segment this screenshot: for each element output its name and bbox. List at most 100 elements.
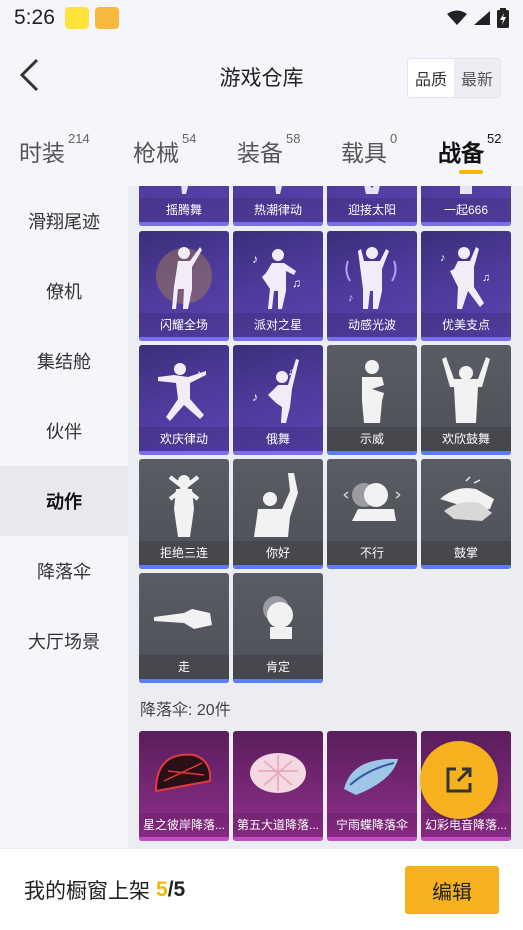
emote-card[interactable]: 不行 bbox=[327, 459, 417, 569]
sidebar-item-lobby-scene[interactable]: 大厅场景 bbox=[0, 606, 128, 676]
parachute-card[interactable]: 宁雨蝶降落伞 bbox=[327, 731, 417, 841]
emote-grid: 闪耀全场 ♪♫ 派对之星 ♪ 动感光波 ♪♫ 优美支点 ♪ 欢庆律动 ♪♫ 俄舞… bbox=[139, 231, 511, 683]
card-label: 你好 bbox=[233, 541, 323, 565]
light-wave-dancer-icon: ♪ bbox=[345, 247, 397, 309]
crossed-arms-icon bbox=[168, 475, 200, 537]
card-label: 派对之星 bbox=[233, 313, 323, 337]
parachute-canopy-icon bbox=[154, 753, 212, 793]
card-rarity-bar bbox=[233, 679, 323, 683]
tab-vehicles[interactable]: 载具0 bbox=[341, 131, 398, 168]
emote-card[interactable]: 拒绝三连 bbox=[139, 459, 229, 569]
sidebar-item-assembly-pod[interactable]: 集结舱 bbox=[0, 326, 128, 396]
dancer-silhouette-icon: ♪ bbox=[158, 363, 206, 421]
parachute-section-title: 降落伞: 20件 bbox=[140, 702, 231, 719]
card-rarity-bar bbox=[327, 451, 417, 455]
card-rarity-bar bbox=[421, 451, 511, 455]
edit-button[interactable]: 编辑 bbox=[405, 866, 499, 914]
emote-card[interactable]: ♪ ♫ 派对之星 bbox=[233, 231, 323, 341]
category-tabs: 时装214 枪械54 装备58 载具0 战备52 bbox=[0, 118, 523, 184]
sidebar-item-emotes[interactable]: 动作 bbox=[0, 466, 128, 536]
sort-latest-button[interactable]: 最新 bbox=[454, 59, 500, 97]
head-nod-icon bbox=[263, 596, 293, 639]
sidebar-item-glide-trail[interactable]: 滑翔尾迹 bbox=[0, 186, 128, 256]
showcase-bar: 我的橱窗上架 5/5 编辑 bbox=[0, 848, 523, 930]
emote-card[interactable]: 鼓掌 bbox=[421, 459, 511, 569]
dancer-silhouette-icon bbox=[275, 186, 283, 194]
card-label: 热潮律动 bbox=[233, 198, 323, 222]
tab-label: 装备 bbox=[237, 140, 283, 166]
tab-label: 载具 bbox=[341, 140, 387, 166]
tab-count: 54 bbox=[182, 131, 197, 147]
emote-card[interactable]: 肯定 bbox=[233, 573, 323, 683]
cheer-pose-icon bbox=[442, 357, 490, 423]
tab-battle-gear[interactable]: 战备52 bbox=[438, 131, 501, 168]
card-label: 一起666 bbox=[421, 198, 511, 222]
emote-card[interactable]: 一起666 bbox=[421, 186, 511, 226]
card-label: 欢庆律动 bbox=[139, 427, 229, 451]
page-header: 游戏仓库 品质 最新 bbox=[0, 36, 523, 118]
showcase-total: /5 bbox=[167, 877, 186, 901]
parachute-card[interactable]: 星之彼岸降落... bbox=[139, 731, 229, 841]
notification-app-icon bbox=[64, 7, 89, 29]
back-button[interactable] bbox=[14, 58, 44, 92]
emote-card[interactable]: 闪耀全场 bbox=[139, 231, 229, 341]
parachute-canopy-icon bbox=[344, 758, 398, 795]
card-rarity-bar bbox=[327, 565, 417, 569]
emote-card[interactable]: 你好 bbox=[233, 459, 323, 569]
wifi-icon bbox=[447, 10, 467, 25]
tab-count: 58 bbox=[286, 131, 301, 147]
tab-equipment[interactable]: 装备58 bbox=[237, 131, 301, 168]
card-rarity-bar bbox=[421, 837, 511, 841]
tab-weapons[interactable]: 枪械54 bbox=[133, 131, 197, 168]
emote-card[interactable]: ♪ 欢庆律动 bbox=[139, 345, 229, 455]
dancer-silhouette-icon: ♪♫ bbox=[440, 247, 490, 309]
card-rarity-bar bbox=[139, 337, 229, 341]
emote-card[interactable]: 示威 bbox=[327, 345, 417, 455]
emote-card[interactable]: 走 bbox=[139, 573, 229, 683]
sort-quality-button[interactable]: 品质 bbox=[407, 59, 454, 97]
parachute-card[interactable]: 第五大道降落... bbox=[233, 731, 323, 841]
card-rarity-bar bbox=[139, 222, 229, 226]
external-link-icon bbox=[446, 767, 472, 793]
emote-grid-top: 摇腾舞 热潮律动 迎接太阳 一起666 bbox=[139, 186, 511, 226]
emote-card[interactable]: ♪ ♫ 俄舞 bbox=[233, 345, 323, 455]
tab-fashion[interactable]: 时装214 bbox=[19, 131, 90, 168]
tab-count: 0 bbox=[390, 131, 398, 147]
dancer-silhouette-icon bbox=[460, 186, 472, 194]
emote-card[interactable]: 热潮律动 bbox=[233, 186, 323, 226]
sidebar-item-wingman[interactable]: 僚机 bbox=[0, 256, 128, 326]
card-label: 走 bbox=[139, 655, 229, 679]
showcase-label: 我的橱窗上架 bbox=[24, 879, 150, 903]
head-shake-icon bbox=[343, 483, 401, 521]
share-button[interactable] bbox=[420, 741, 498, 819]
card-label: 星之彼岸降落... bbox=[139, 813, 229, 837]
card-rarity-bar bbox=[327, 337, 417, 341]
emote-card[interactable]: ♪ ♫ 优美支点 bbox=[421, 231, 511, 341]
emote-card[interactable]: ♪ 动感光波 bbox=[327, 231, 417, 341]
emote-card[interactable]: 迎接太阳 bbox=[327, 186, 417, 226]
status-bar: 5:26 bbox=[0, 0, 523, 36]
svg-text:♫: ♫ bbox=[482, 272, 490, 284]
tab-label: 时装 bbox=[19, 140, 65, 166]
card-rarity-bar bbox=[233, 565, 323, 569]
card-rarity-bar bbox=[421, 222, 511, 226]
emote-card[interactable]: 欢欣鼓舞 bbox=[421, 345, 511, 455]
svg-text:♪: ♪ bbox=[440, 252, 446, 264]
card-label: 拒绝三连 bbox=[139, 541, 229, 565]
parachute-canopy-icon bbox=[250, 753, 306, 793]
card-label: 优美支点 bbox=[421, 313, 511, 337]
card-label: 俄舞 bbox=[233, 427, 323, 451]
svg-text:♪: ♪ bbox=[348, 292, 354, 304]
card-rarity-bar bbox=[421, 565, 511, 569]
card-label: 闪耀全场 bbox=[139, 313, 229, 337]
tab-label: 战备 bbox=[438, 140, 484, 166]
sidebar-item-companion[interactable]: 伙伴 bbox=[0, 396, 128, 466]
svg-text:♪: ♪ bbox=[252, 252, 258, 266]
sidebar-item-parachute[interactable]: 降落伞 bbox=[0, 536, 128, 606]
card-label: 示威 bbox=[327, 427, 417, 451]
dancer-silhouette-icon bbox=[364, 186, 380, 194]
showcase-current: 5 bbox=[156, 877, 168, 901]
category-sidebar: 滑翔尾迹 僚机 集结舱 伙伴 动作 降落伞 大厅场景 bbox=[0, 186, 128, 848]
pointing-hand-icon bbox=[154, 609, 212, 629]
emote-card[interactable]: 摇腾舞 bbox=[139, 186, 229, 226]
